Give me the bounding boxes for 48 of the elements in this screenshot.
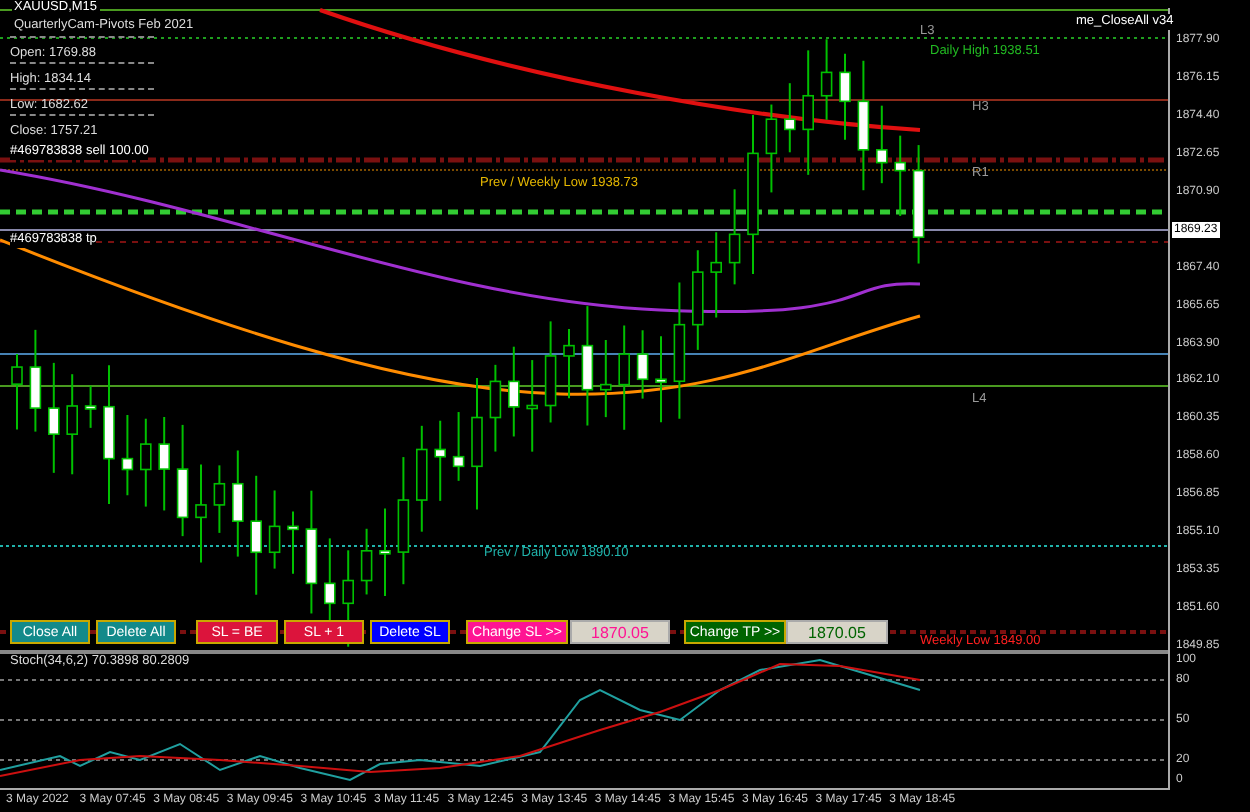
- candlestick: [820, 38, 833, 121]
- candlestick: [710, 231, 722, 319]
- candlestick: [268, 489, 281, 570]
- candlestick: [232, 449, 244, 558]
- candlestick: [857, 59, 870, 192]
- candlestick: [802, 49, 814, 176]
- candlestick: [158, 416, 170, 512]
- candlestick: [489, 363, 502, 453]
- candlestick: [140, 417, 152, 508]
- candlestick: [48, 361, 60, 474]
- candlestick: [434, 419, 446, 502]
- candlestick: [103, 364, 115, 505]
- candlestick: [471, 377, 483, 511]
- candlestick: [894, 134, 906, 217]
- candlestick: [618, 324, 630, 431]
- candlestick: [544, 320, 557, 424]
- candlestick: [912, 144, 925, 265]
- candlestick: [213, 464, 226, 534]
- price-field[interactable]: 1870.05: [786, 620, 888, 644]
- candlestick: [416, 424, 428, 533]
- candlestick: [287, 510, 299, 575]
- candlestick: [636, 329, 649, 400]
- candlestick: [728, 188, 741, 286]
- candlestick: [600, 339, 612, 419]
- candlestick: [397, 456, 410, 586]
- candlestick: [250, 474, 262, 596]
- candlestick: [839, 52, 851, 141]
- candlestick: [195, 463, 207, 564]
- candlestick: [66, 373, 78, 476]
- candlestick: [784, 82, 796, 154]
- candlestick: [84, 384, 97, 429]
- candlestick: [11, 353, 23, 431]
- candlestick: [581, 305, 594, 427]
- candlestick: [176, 423, 189, 538]
- candlestick: [563, 327, 575, 400]
- candlestick: [876, 104, 888, 185]
- candlestick: [305, 489, 318, 615]
- candlestick: [121, 414, 134, 497]
- candlestick: [508, 345, 520, 438]
- candlestick: [655, 335, 667, 424]
- candlestick: [765, 103, 778, 194]
- candlestick: [452, 411, 465, 482]
- candlestick: [673, 281, 686, 420]
- candlestick: [692, 249, 704, 351]
- candlestick: [360, 527, 373, 596]
- candlestick: [379, 507, 391, 598]
- candlestick: [526, 359, 538, 453]
- candlestick: [29, 328, 42, 433]
